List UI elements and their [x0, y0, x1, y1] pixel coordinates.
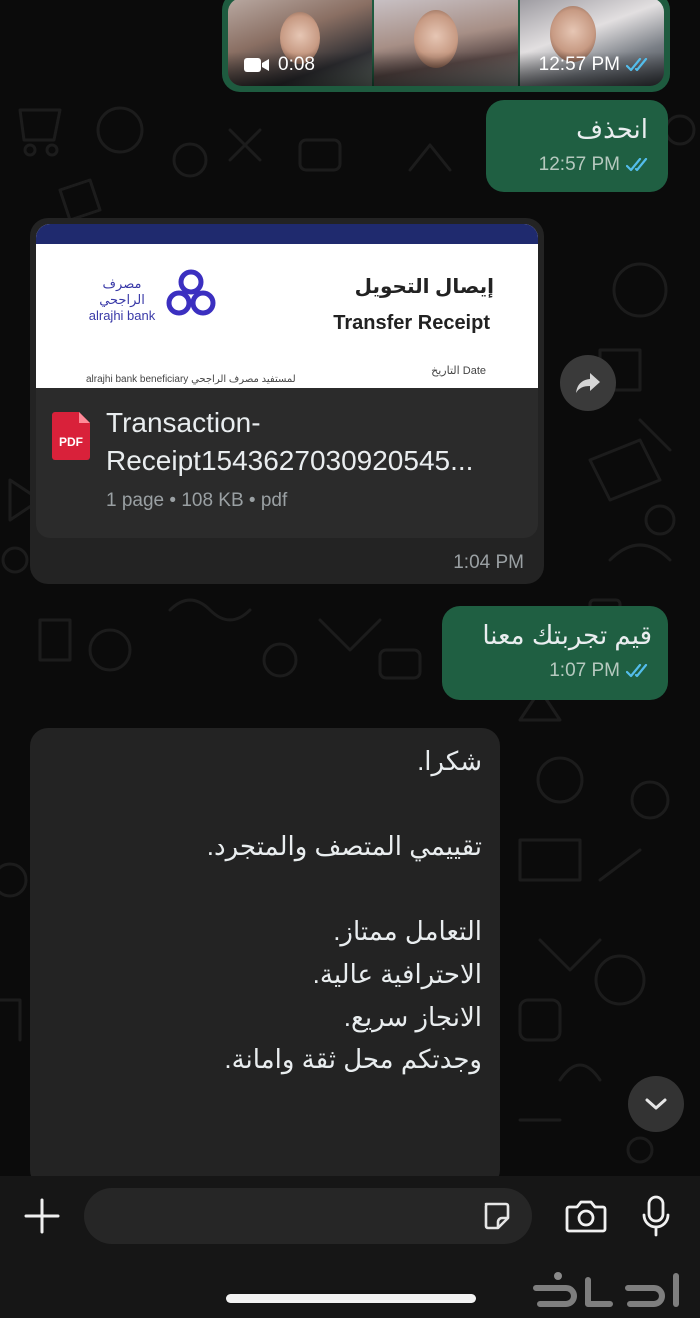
- scroll-to-bottom-button[interactable]: [628, 1076, 684, 1132]
- pdf-file-icon: PDF: [52, 412, 90, 460]
- video-camera-icon: [244, 58, 269, 72]
- outgoing-message[interactable]: انحذف 12:57 PM: [486, 100, 668, 192]
- bank-name: مصرف الراجحي alrajhi bank: [82, 276, 162, 324]
- bank-logo-icon: [166, 269, 216, 316]
- preview-title-ar: إيصال التحويل: [354, 276, 494, 298]
- document-preview[interactable]: مصرف الراجحي alrajhi bank إيصال التحويل …: [36, 224, 538, 388]
- microphone-button[interactable]: [636, 1192, 676, 1240]
- forward-button[interactable]: [560, 355, 616, 411]
- preview-title-en: Transfer Receipt: [333, 312, 490, 334]
- plus-icon: [24, 1198, 60, 1234]
- video-duration-text: 0:08: [278, 54, 315, 75]
- file-details: 1 page • 108 KB • pdf: [106, 490, 288, 511]
- camera-button[interactable]: [562, 1194, 610, 1238]
- sticker-icon[interactable]: [480, 1200, 512, 1232]
- haraj-watermark-logo: [533, 1272, 679, 1307]
- message-meta: 12:57 PM: [502, 154, 652, 176]
- read-ticks-icon: [626, 664, 648, 678]
- message-text: شكرا. تقييمي المتصف والمتجرد. التعامل مم…: [206, 746, 482, 1075]
- video-thumbnail[interactable]: 0:08 12:57 PM: [228, 0, 664, 86]
- read-ticks-icon: [626, 58, 648, 72]
- message-time: 12:57 PM: [538, 154, 620, 175]
- preview-beneficiary: alrajhi bank beneficiary لمستفيد مصرف ال…: [86, 374, 296, 385]
- video-duration: 0:08: [244, 54, 315, 76]
- message-input[interactable]: [104, 1188, 474, 1244]
- message-time: 1:04 PM: [453, 552, 524, 573]
- svg-text:PDF: PDF: [59, 435, 83, 449]
- preview-header-band: [36, 224, 538, 244]
- file-info[interactable]: PDF Transaction- Receipt1543627030920545…: [36, 388, 538, 538]
- attach-button[interactable]: [20, 1194, 64, 1238]
- incoming-message[interactable]: شكرا. تقييمي المتصف والمتجرد. التعامل مم…: [30, 728, 500, 1188]
- document-message[interactable]: مصرف الراجحي alrajhi bank إيصال التحويل …: [30, 218, 544, 584]
- message-meta: 1:07 PM: [458, 660, 652, 682]
- camera-icon: [565, 1200, 607, 1233]
- forward-icon: [576, 373, 600, 393]
- file-name-line1: Transaction-: [106, 407, 261, 438]
- message-text: انحذف: [576, 114, 648, 144]
- video-message-bubble[interactable]: 0:08 12:57 PM: [222, 0, 670, 92]
- outgoing-message[interactable]: قيم تجربتك معنا 1:07 PM: [442, 606, 668, 700]
- file-name-line2: Receipt1543627030920545...: [106, 445, 474, 476]
- message-text: قيم تجربتك معنا: [482, 620, 652, 650]
- video-time-text: 12:57 PM: [538, 54, 620, 75]
- home-indicator: [226, 1294, 476, 1303]
- bank-name-en: alrajhi bank: [88, 308, 156, 323]
- preview-date-label: التاريخ Date: [431, 365, 486, 377]
- message-composer[interactable]: [84, 1188, 532, 1244]
- microphone-icon: [642, 1195, 670, 1237]
- message-time: 1:07 PM: [549, 660, 620, 681]
- file-name: Transaction- Receipt1543627030920545...: [106, 404, 526, 480]
- read-ticks-icon: [626, 158, 648, 172]
- video-timestamp: 12:57 PM: [539, 54, 652, 76]
- bank-name-ar: مصرف الراجحي: [99, 276, 145, 307]
- chevron-down-icon: [645, 1098, 667, 1110]
